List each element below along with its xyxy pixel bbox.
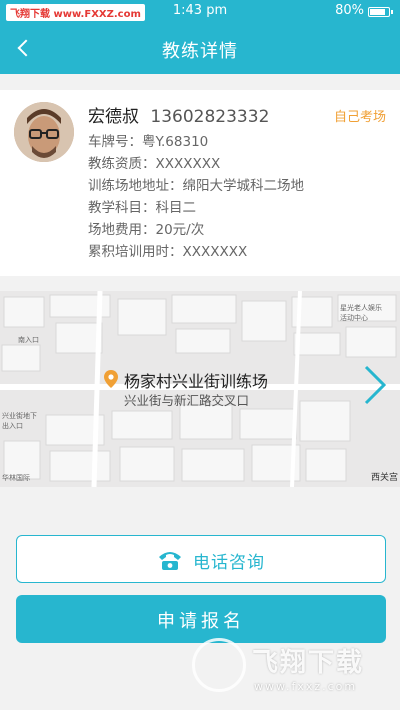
battery-icon [368,7,393,17]
watermark-site-url: www.fxxz.com [254,680,358,693]
detail-subject: 教学科目：科目二 [88,200,196,216]
call-button[interactable]: 电话咨询 [16,535,386,583]
watermark-overlay: 飞翔下载 www.fxxz.com [188,634,398,708]
venue-tag: 自己考场 [333,110,386,125]
location-name: 杨家村兴业街训练场 [124,372,269,391]
map-label-xingye-underground: 兴业街地下出入口 [2,412,37,430]
page-title: 教练详情 [162,41,238,62]
coach-details: 车牌号：粤Y.68310 教练资质：XXXXXXX 训练场地地址：绵阳大学城科二… [88,131,304,263]
watermark-brand: 飞翔下载 [252,648,365,678]
map-label-elderly-center: 星光老人娱乐活动中心 [340,304,382,322]
detail-venue-address: 训练场地地址：绵阳大学城科二场地 [88,178,304,194]
coach-phone: 13602823332 [150,107,270,127]
nav-bar: 教练详情 [0,24,400,74]
watermark-logo-icon [192,638,246,692]
detail-fee: 场地费用：20元/次 [88,222,205,238]
map-label-south-entrance: 南入口 [18,336,39,344]
detail-plate: 车牌号：粤Y.68310 [88,134,209,150]
apply-button-label: 申请报名 [157,611,245,632]
phone-icon [159,552,181,570]
coach-card: 宏德叔 13602823332 自己考场 车牌号：粤Y.68310 教练资质：X… [0,90,400,276]
map-label-xiguan: 西关宫 [370,473,398,483]
coach-name-row: 宏德叔 13602823332 [88,102,269,127]
chevron-right-icon[interactable] [354,361,394,409]
avatar [14,102,74,162]
location-address: 兴业街与新汇路交叉口 [124,393,250,408]
avatar-image [14,102,74,162]
battery-level: 80% [335,3,364,18]
location-pin-icon [104,370,118,388]
coach-name: 宏德叔 [88,107,139,127]
detail-qualification: 教练资质：XXXXXXX [88,156,221,172]
call-button-label: 电话咨询 [193,553,265,573]
location-map[interactable]: 南入口 兴业街地下出入口 华林国际 星光老人娱乐活动中心 西关宫 杨家村兴业街训… [0,291,400,487]
status-bar: 飞翔下载 www.FXXZ.com 1:43 pm 80% [0,0,400,24]
detail-training-time: 累积培训用时：XXXXXXX [88,244,248,260]
map-label-hualin: 华林国际 [2,474,30,482]
